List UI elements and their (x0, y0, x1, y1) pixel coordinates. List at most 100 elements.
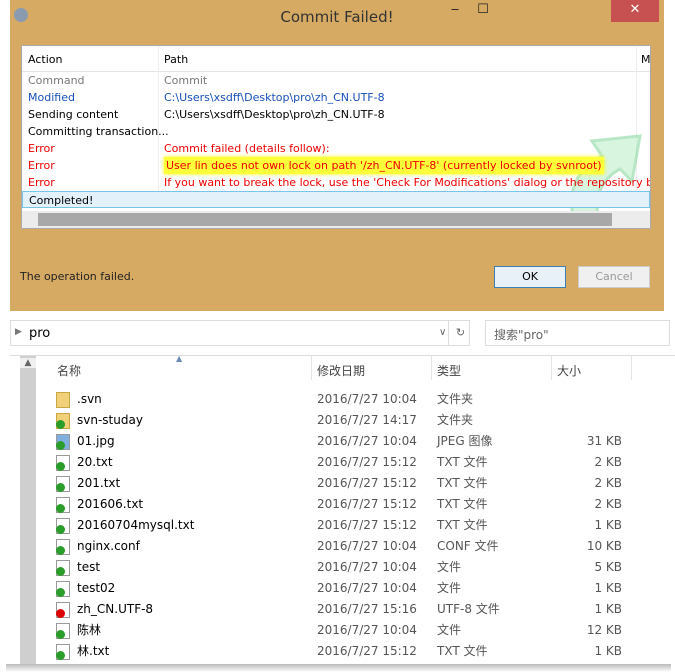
breadcrumb-arrow-icon[interactable]: ▶ (15, 327, 22, 337)
file-type: 文件夹 (437, 392, 474, 406)
normal-status-icon (56, 630, 65, 639)
file-name: 20.txt (77, 455, 113, 469)
file-type: 文件夹 (437, 413, 474, 427)
txt-icon (56, 497, 70, 513)
file-size: 10 KB (586, 539, 622, 553)
file-row[interactable]: svn-studay 2016/7/27 14:17 文件夹 (50, 410, 650, 431)
close-button[interactable]: ✕ (611, 0, 659, 22)
action-row[interactable]: Error Commit failed (details follow): (22, 140, 650, 157)
action-row[interactable]: Sending content C:\Users\xsdff\Desktop\pr… (22, 106, 650, 123)
row-action: Error (28, 159, 55, 172)
row-action: Completed! (29, 194, 94, 207)
file-size: 1 KB (594, 581, 622, 595)
file-date: 2016/7/27 15:12 (317, 644, 417, 658)
file-name: nginx.conf (77, 539, 140, 553)
file-icon (56, 539, 70, 555)
file-date: 2016/7/27 15:12 (317, 497, 417, 511)
scrollbar-thumb[interactable] (38, 213, 612, 226)
file-row[interactable]: 陈林 2016/7/27 10:04 文件 12 KB (50, 620, 650, 641)
vertical-scrollbar[interactable] (20, 356, 36, 666)
column-action[interactable]: Action (28, 53, 62, 66)
cancel-button[interactable]: Cancel (578, 266, 650, 288)
file-size: 12 KB (586, 623, 622, 637)
file-row[interactable]: test02 2016/7/27 10:04 文件 1 KB (50, 578, 650, 599)
folder-icon (56, 392, 70, 408)
file-name: test02 (77, 581, 116, 595)
sort-ascending-icon: ▲ (176, 354, 183, 363)
txt-icon (56, 476, 70, 492)
row-action: Committing transaction... (28, 125, 169, 138)
file-type: 文件 (437, 581, 462, 595)
file-row[interactable]: test 2016/7/27 10:04 文件 5 KB (50, 557, 650, 578)
file-size: 2 KB (594, 476, 622, 490)
file-name: svn-studay (77, 413, 143, 427)
file-name: 20160704mysql.txt (77, 518, 195, 532)
address-bar[interactable]: ▶ pro ∨ (10, 320, 470, 346)
action-row[interactable]: Modified C:\Users\xsdff\Desktop\pro\zh_CN… (22, 89, 650, 106)
file-date: 2016/7/27 15:16 (317, 602, 417, 616)
file-row[interactable]: 林.txt 2016/7/27 15:12 TXT 文件 1 KB (50, 641, 650, 662)
file-size: 2 KB (594, 455, 622, 469)
file-type: 文件 (437, 560, 462, 574)
action-row[interactable]: Committing transaction... (22, 123, 650, 140)
column-mime[interactable]: M (641, 53, 650, 66)
file-date: 2016/7/27 10:04 (317, 434, 417, 448)
refresh-icon[interactable]: ↻ (448, 320, 472, 346)
row-path: C:\Users\xsdff\Desktop\pro\zh_CN.UTF-8 (164, 108, 385, 121)
row-path: C:\Users\xsdff\Desktop\pro\zh_CN.UTF-8 (164, 91, 385, 104)
file-name: 201.txt (77, 476, 121, 490)
normal-status-icon (56, 588, 65, 597)
row-action: Error (28, 176, 55, 189)
file-date: 2016/7/27 15:12 (317, 455, 417, 469)
file-date: 2016/7/27 14:17 (317, 413, 417, 427)
file-date: 2016/7/27 15:12 (317, 476, 417, 490)
file-row[interactable]: .svn 2016/7/27 10:04 文件夹 (50, 389, 650, 410)
normal-status-icon (56, 567, 65, 576)
column-date[interactable]: 修改日期 (317, 362, 365, 379)
action-row[interactable]: Completed! (22, 191, 650, 208)
file-row[interactable]: 201606.txt 2016/7/27 15:12 TXT 文件 2 KB (50, 494, 650, 515)
file-date: 2016/7/27 15:12 (317, 518, 417, 532)
column-size[interactable]: 大小 (557, 362, 581, 379)
normal-status-icon (56, 462, 65, 471)
file-icon (56, 560, 70, 576)
horizontal-scrollbar[interactable] (22, 211, 650, 228)
column-type[interactable]: 类型 (437, 362, 461, 379)
file-row[interactable]: 201.txt 2016/7/27 15:12 TXT 文件 2 KB (50, 473, 650, 494)
file-date: 2016/7/27 10:04 (317, 560, 417, 574)
file-row[interactable]: nginx.conf 2016/7/27 10:04 CONF 文件 10 KB (50, 536, 650, 557)
file-date: 2016/7/27 10:04 (317, 623, 417, 637)
file-size: 5 KB (594, 560, 622, 574)
minimize-button[interactable]: ‒ (440, 0, 470, 22)
file-size: 1 KB (594, 644, 622, 658)
file-type: UTF-8 文件 (437, 602, 500, 616)
file-row[interactable]: zh_CN.UTF-8 2016/7/27 15:16 UTF-8 文件 1 KB (50, 599, 650, 620)
action-row[interactable]: Error If you want to break the lock, use … (22, 174, 650, 191)
file-row[interactable]: 20160704mysql.txt 2016/7/27 15:12 TXT 文件 1 … (50, 515, 650, 536)
file-type: TXT 文件 (437, 455, 488, 469)
conflict-status-icon (56, 609, 65, 618)
address-path: pro (29, 326, 51, 341)
action-row[interactable]: Error User lin does not own lock on path … (22, 157, 650, 174)
normal-status-icon (56, 525, 65, 534)
file-name: 陈林 (77, 623, 102, 637)
column-name[interactable]: 名称 (57, 362, 81, 379)
list-header: Action Path M (22, 46, 650, 72)
maximize-button[interactable]: ☐ (468, 0, 498, 22)
search-input[interactable]: 搜索"pro" (485, 320, 670, 346)
row-action: Sending content (28, 108, 119, 121)
file-row[interactable]: 20.txt 2016/7/27 15:12 TXT 文件 2 KB (50, 452, 650, 473)
scroll-up-icon[interactable]: ▲ (20, 358, 36, 368)
ok-button[interactable]: OK (494, 266, 566, 288)
file-name: 01.jpg (77, 434, 115, 448)
dialog-title: Commit Failed! (280, 8, 394, 26)
action-list[interactable]: Action Path M Command Commit Modified C:\Us… (21, 45, 651, 229)
txt-icon (56, 644, 70, 660)
file-date: 2016/7/27 10:04 (317, 392, 417, 406)
action-row[interactable]: Command Commit (22, 72, 650, 89)
file-row[interactable]: 01.jpg 2016/7/27 10:04 JPEG 图像 31 KB (50, 431, 650, 452)
file-type: TXT 文件 (437, 497, 488, 511)
chevron-down-icon[interactable]: ∨ (439, 327, 446, 338)
column-path[interactable]: Path (164, 53, 188, 66)
normal-status-icon (56, 546, 65, 555)
